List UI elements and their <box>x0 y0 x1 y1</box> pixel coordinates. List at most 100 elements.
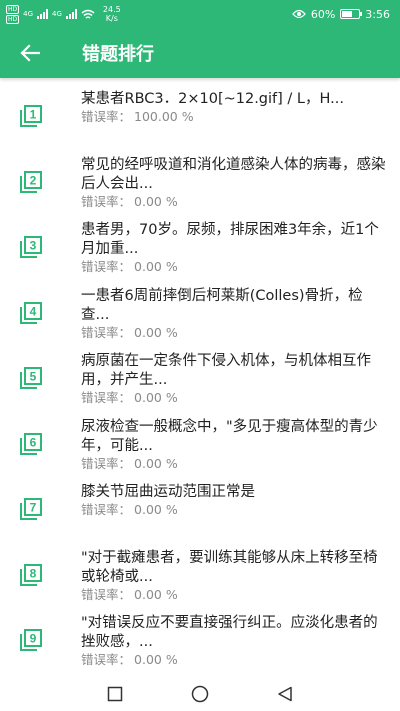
home-button[interactable] <box>190 684 210 704</box>
number-badge-label: 5 <box>30 370 37 384</box>
status-left: HD HD 4G 4G 24.5 K/s <box>6 4 121 24</box>
question-text: 患者男，70岁。尿频，排尿困难3年余，近1个月加重... <box>81 222 379 257</box>
error-rate-value: 0.00 % <box>134 455 178 471</box>
question-content: 一患者6周前摔倒后柯莱斯(Colles)骨折，检查... 错误率： 0.00 % <box>81 287 386 341</box>
number-badge-label: 9 <box>30 632 37 646</box>
error-rate: 错误率： 0.00 % <box>81 259 386 275</box>
number-badge-icon: 7 <box>19 497 43 521</box>
battery-fill <box>342 11 352 17</box>
number-badge-label: 3 <box>30 239 37 253</box>
status-right: 60% 3:56 <box>291 7 390 21</box>
error-rate: 错误率： 0.00 % <box>81 390 386 406</box>
network-type-2: 4G <box>52 10 62 18</box>
error-rate-label: 错误率： <box>81 390 132 405</box>
question-row[interactable]: 5 病原菌在一定条件下侵入机体，与机体相互作用，并产生... 错误率： 0.00 % <box>0 352 400 418</box>
status-bar: HD HD 4G 4G 24.5 K/s 60% 3:56 <box>0 0 400 28</box>
network-speed-unit: K/s <box>105 14 118 23</box>
number-badge-label: 8 <box>30 566 37 580</box>
number-badge-icon: 1 <box>19 104 43 128</box>
back-button[interactable] <box>0 28 60 78</box>
app-bar: 错题排行 <box>0 28 400 78</box>
error-rate-label: 错误率： <box>81 193 132 209</box>
question-row[interactable]: 8 "对于截瘫患者，要训练其能够从床上转移至椅或轮椅或... 错误率： 0.00 % <box>0 549 400 615</box>
wrong-question-list: 1 某患者RBC3．2×10[~12.gif] / L，H... 错误率： 100.0… <box>0 78 400 676</box>
sim-indicators: HD HD <box>6 4 20 24</box>
error-rate-value: 0.00 % <box>134 390 178 405</box>
circle-icon <box>191 685 209 703</box>
error-rate-label: 错误率： <box>81 652 132 667</box>
error-rate-label: 错误率： <box>81 109 132 124</box>
sim2-hd-badge: HD <box>6 14 20 24</box>
question-content: 常见的经呼吸道和消化道感染人体的病毒，感染后人会出... 错误率： 0.00 % <box>81 156 386 210</box>
wifi-icon <box>81 9 95 19</box>
question-text: 病原菌在一定条件下侵入机体，与机体相互作用，并产生... <box>81 353 371 388</box>
question-row[interactable]: 9 "对错误反应不要直接强行纠正。应淡化患者的挫败感，... 错误率： 0.00 % <box>0 614 400 676</box>
error-rate-value: 0.00 % <box>134 652 178 667</box>
error-rate-label: 错误率： <box>81 455 132 471</box>
error-rate-label: 错误率： <box>81 586 132 602</box>
question-content: "对错误反应不要直接强行纠正。应淡化患者的挫败感，... 错误率： 0.00 % <box>81 614 386 668</box>
recent-apps-button[interactable] <box>105 684 125 704</box>
error-rate: 错误率： 0.00 % <box>81 194 386 210</box>
question-content: 膝关节屈曲运动范围正常是 错误率： 0.00 % <box>81 483 386 518</box>
error-rate-label: 错误率： <box>81 502 132 517</box>
error-rate: 错误率： 0.00 % <box>81 502 386 518</box>
network-speed-value: 24.5 <box>102 5 121 14</box>
battery-icon <box>340 9 363 19</box>
number-badge-icon: 5 <box>19 366 43 390</box>
error-rate: 错误率： 0.00 % <box>81 456 386 472</box>
question-text: 一患者6周前摔倒后柯莱斯(Colles)骨折，检查... <box>81 287 363 323</box>
battery-percent: 60% <box>310 7 336 21</box>
number-badge-icon: 4 <box>19 301 43 325</box>
error-rate-value: 0.00 % <box>134 502 178 517</box>
question-row[interactable]: 2 常见的经呼吸道和消化道感染人体的病毒，感染后人会出... 错误率： 0.00 % <box>0 156 400 222</box>
question-text: 尿液检查一般概念中，"多见于瘦高体型的青少年，可能... <box>81 418 378 454</box>
error-rate-value: 100.00 % <box>134 109 194 124</box>
question-row[interactable]: 3 患者男，70岁。尿频，排尿困难3年余，近1个月加重... 错误率： 0.00 % <box>0 221 400 287</box>
signal-bars-1-icon <box>37 9 49 19</box>
number-badge-label: 4 <box>30 304 37 318</box>
error-rate-value: 0.00 % <box>134 324 178 340</box>
question-content: 病原菌在一定条件下侵入机体，与机体相互作用，并产生... 错误率： 0.00 % <box>81 352 386 406</box>
number-badge-label: 1 <box>30 108 37 122</box>
question-text: "对错误反应不要直接强行纠正。应淡化患者的挫败感，... <box>81 615 378 650</box>
signal-bars-2-icon <box>65 9 77 19</box>
error-rate-value: 0.00 % <box>134 586 178 602</box>
status-time: 3:56 <box>365 7 390 21</box>
error-rate: 错误率： 0.00 % <box>81 587 386 603</box>
eye-comfort-icon <box>291 9 306 19</box>
system-nav-bar <box>0 676 400 711</box>
error-rate: 错误率： 0.00 % <box>81 652 386 668</box>
number-badge-label: 7 <box>30 501 37 515</box>
error-rate-label: 错误率： <box>81 259 132 274</box>
error-rate-value: 0.00 % <box>134 193 178 209</box>
question-content: 患者男，70岁。尿频，排尿困难3年余，近1个月加重... 错误率： 0.00 % <box>81 221 386 275</box>
question-row[interactable]: 7 膝关节屈曲运动范围正常是 错误率： 0.00 % <box>0 483 400 549</box>
question-text: 常见的经呼吸道和消化道感染人体的病毒，感染后人会出... <box>81 156 386 192</box>
page-title: 错题排行 <box>82 44 154 65</box>
error-rate: 错误率： 100.00 % <box>81 109 386 125</box>
question-content: 尿液检查一般概念中，"多见于瘦高体型的青少年，可能... 错误率： 0.00 % <box>81 418 386 472</box>
number-badge-icon: 2 <box>19 170 43 194</box>
square-icon <box>107 686 123 702</box>
error-rate: 错误率： 0.00 % <box>81 325 386 341</box>
back-nav-button[interactable] <box>275 684 295 704</box>
error-rate-value: 0.00 % <box>134 259 178 274</box>
error-rate-label: 错误率： <box>81 324 132 340</box>
number-badge-icon: 9 <box>19 628 43 652</box>
question-row[interactable]: 4 一患者6周前摔倒后柯莱斯(Colles)骨折，检查... 错误率： 0.00 % <box>0 287 400 353</box>
question-content: "对于截瘫患者，要训练其能够从床上转移至椅或轮椅或... 错误率： 0.00 % <box>81 549 386 603</box>
back-arrow-icon <box>20 44 40 62</box>
number-badge-icon: 3 <box>19 235 43 259</box>
sim1-hd-badge: HD <box>6 4 20 14</box>
network-speed: 24.5 K/s <box>103 5 121 23</box>
question-text: 膝关节屈曲运动范围正常是 <box>81 484 255 500</box>
question-text: 某患者RBC3．2×10[~12.gif] / L，H... <box>81 91 344 107</box>
question-content: 某患者RBC3．2×10[~12.gif] / L，H... 错误率： 100.00… <box>81 90 386 125</box>
number-badge-label: 6 <box>30 435 37 449</box>
number-badge-icon: 8 <box>19 563 43 587</box>
number-badge-label: 2 <box>30 173 37 187</box>
question-row[interactable]: 1 某患者RBC3．2×10[~12.gif] / L，H... 错误率： 100.0… <box>0 90 400 156</box>
question-row[interactable]: 6 尿液检查一般概念中，"多见于瘦高体型的青少年，可能... 错误率： 0.00 % <box>0 418 400 484</box>
question-text: "对于截瘫患者，要训练其能够从床上转移至椅或轮椅或... <box>81 549 378 585</box>
